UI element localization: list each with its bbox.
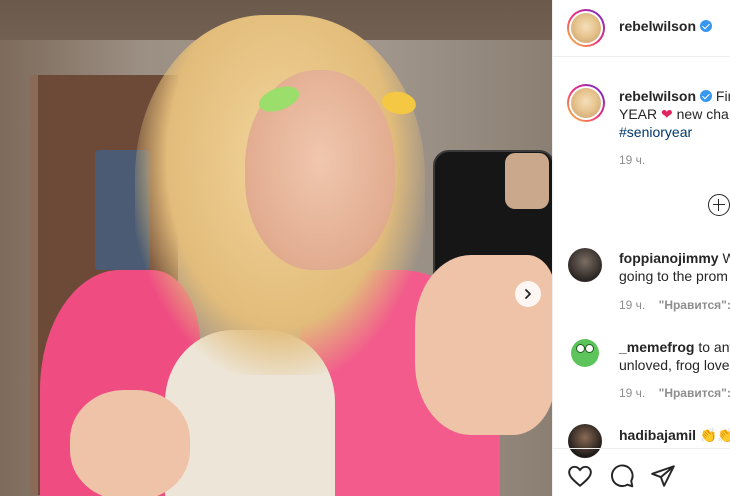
comment-username[interactable]: _memefrog xyxy=(619,339,694,355)
share-send-icon[interactable] xyxy=(650,463,676,489)
caption-line-2: YEAR ❤ new cha xyxy=(619,106,729,122)
verified-badge-icon xyxy=(700,20,713,32)
comment-time[interactable]: 19 ч. xyxy=(619,298,645,312)
comment-text: going to the prom xyxy=(619,268,728,284)
like-heart-icon[interactable] xyxy=(567,463,593,489)
comment-username[interactable]: foppianojimmy xyxy=(619,250,719,266)
comment-username[interactable]: hadibajamil xyxy=(619,427,696,443)
comment-line-1: _memefrog to any xyxy=(619,339,730,355)
post-side-panel: rebelwilson rebelwilson First YEAR ❤ new… xyxy=(552,0,730,496)
comment-line-1: hadibajamil 👏👏 xyxy=(619,427,730,444)
comment-line-1: foppianojimmy W xyxy=(619,250,730,266)
post-action-bar xyxy=(553,448,730,496)
next-photo-button[interactable] xyxy=(515,281,541,307)
clap-emoji-icon: 👏👏 xyxy=(699,427,730,443)
comment-time[interactable]: 19 ч. xyxy=(619,386,645,400)
comment-text: unloved, frog love xyxy=(619,357,730,373)
heart-emoji-icon: ❤ xyxy=(661,106,673,122)
post-header: rebelwilson xyxy=(553,0,730,57)
author-username[interactable]: rebelwilson xyxy=(619,18,713,34)
caption-hashtag[interactable]: #senioryear xyxy=(619,124,692,140)
comment-bubble-icon[interactable] xyxy=(609,463,635,489)
caption-line-1: rebelwilson First xyxy=(619,88,730,104)
photo-hand-left xyxy=(70,390,190,496)
photo-phone-camera xyxy=(505,153,549,209)
comment-avatar[interactable] xyxy=(568,248,602,282)
post-photo[interactable] xyxy=(0,0,552,496)
comment-meta: 19 ч. "Нравится": 3 xyxy=(619,298,730,312)
load-more-comments-icon[interactable] xyxy=(708,194,730,216)
comment-meta: 19 ч. "Нравится": 4 xyxy=(619,386,730,400)
caption-avatar[interactable] xyxy=(567,84,605,122)
comment-likes[interactable]: "Нравится": 4 xyxy=(659,386,730,400)
author-avatar-image xyxy=(571,13,601,43)
comment-avatar-frog[interactable] xyxy=(568,336,602,370)
caption-avatar-image xyxy=(571,88,601,118)
verified-badge-icon xyxy=(700,90,713,102)
chevron-right-icon xyxy=(525,289,531,299)
caption-username[interactable]: rebelwilson xyxy=(619,88,696,104)
caption-text-1: First xyxy=(715,88,730,104)
caption-time[interactable]: 19 ч. xyxy=(619,153,645,167)
comment-likes[interactable]: "Нравится": 3 xyxy=(659,298,730,312)
author-avatar[interactable] xyxy=(567,9,605,47)
